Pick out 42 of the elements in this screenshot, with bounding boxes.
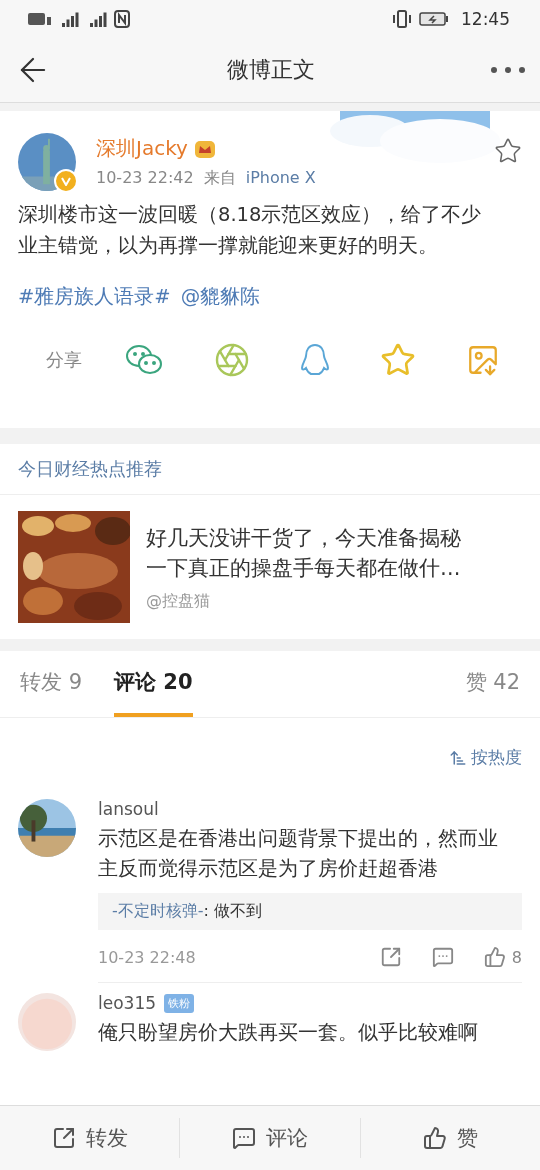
star-icon[interactable] (380, 342, 416, 378)
tab[interactable]: 赞 42 (465, 651, 520, 717)
vibrate-icon (391, 9, 413, 29)
section-heading: 今日财经热点推荐 (18, 457, 162, 481)
aperture-icon[interactable] (214, 342, 250, 378)
share-arrow-icon (51, 1126, 76, 1150)
thumbs-up-icon (422, 1126, 447, 1150)
like-button[interactable]: 赞 (359, 1118, 540, 1158)
status-time: 12:45 (461, 9, 510, 29)
nfc-icon (114, 10, 130, 28)
wechat-icon[interactable] (124, 343, 164, 377)
username[interactable]: lansoul (98, 799, 159, 819)
tab[interactable]: 转发 9 (20, 651, 83, 717)
favorite-star-icon[interactable] (494, 137, 522, 165)
more-icon[interactable] (490, 66, 526, 74)
comment-time: 10-23 22:48 (98, 947, 196, 967)
comment-text: 俺只盼望房价大跌再买一套。似乎比较难啊 (98, 1019, 479, 1046)
topic-link[interactable]: #雅房族人语录# (18, 283, 171, 310)
article-title[interactable]: 好几天没讲干货了，今天准备揭秘一下真正的操盘手每天都在做什… (146, 522, 476, 583)
fan-badge: 铁粉 (164, 993, 195, 1013)
source-device: iPhone X (245, 168, 316, 189)
comment-button[interactable]: 评论 (179, 1118, 360, 1158)
repost-button[interactable] (379, 946, 402, 968)
battery-icon (419, 11, 449, 27)
sort-button[interactable]: 按热度 (449, 746, 522, 769)
share-label: 分享 (46, 348, 82, 372)
reply-preview[interactable]: -不定时核弹-: 做不到 (98, 893, 522, 930)
article-author: @控盘猫 (146, 590, 211, 612)
post-time: 10-23 22:42 (96, 168, 194, 189)
comment-text: 示范区是在香港出问题背景下提出的，然而业主反而觉得示范区是为了房价赶超香港 (98, 825, 498, 882)
post-text: 深圳楼市这一波回暖（8.18示范区效应），给了不少业主错觉，以为再撑一撑就能迎来更好的明天。 (17, 202, 483, 259)
page-title: 微博正文 (227, 56, 315, 84)
penguin-icon[interactable] (300, 343, 330, 377)
comment-icon (232, 1126, 256, 1150)
reply-button[interactable] (431, 946, 454, 968)
image-download-icon[interactable] (466, 343, 500, 377)
hd-icon (28, 11, 52, 27)
sort-icon (449, 748, 467, 767)
repost-button[interactable]: 转发 (0, 1118, 180, 1158)
username[interactable]: leo315 (98, 993, 157, 1013)
topic-link[interactable]: @貔貅陈 (180, 283, 261, 310)
source-label: 来自 (203, 168, 236, 189)
